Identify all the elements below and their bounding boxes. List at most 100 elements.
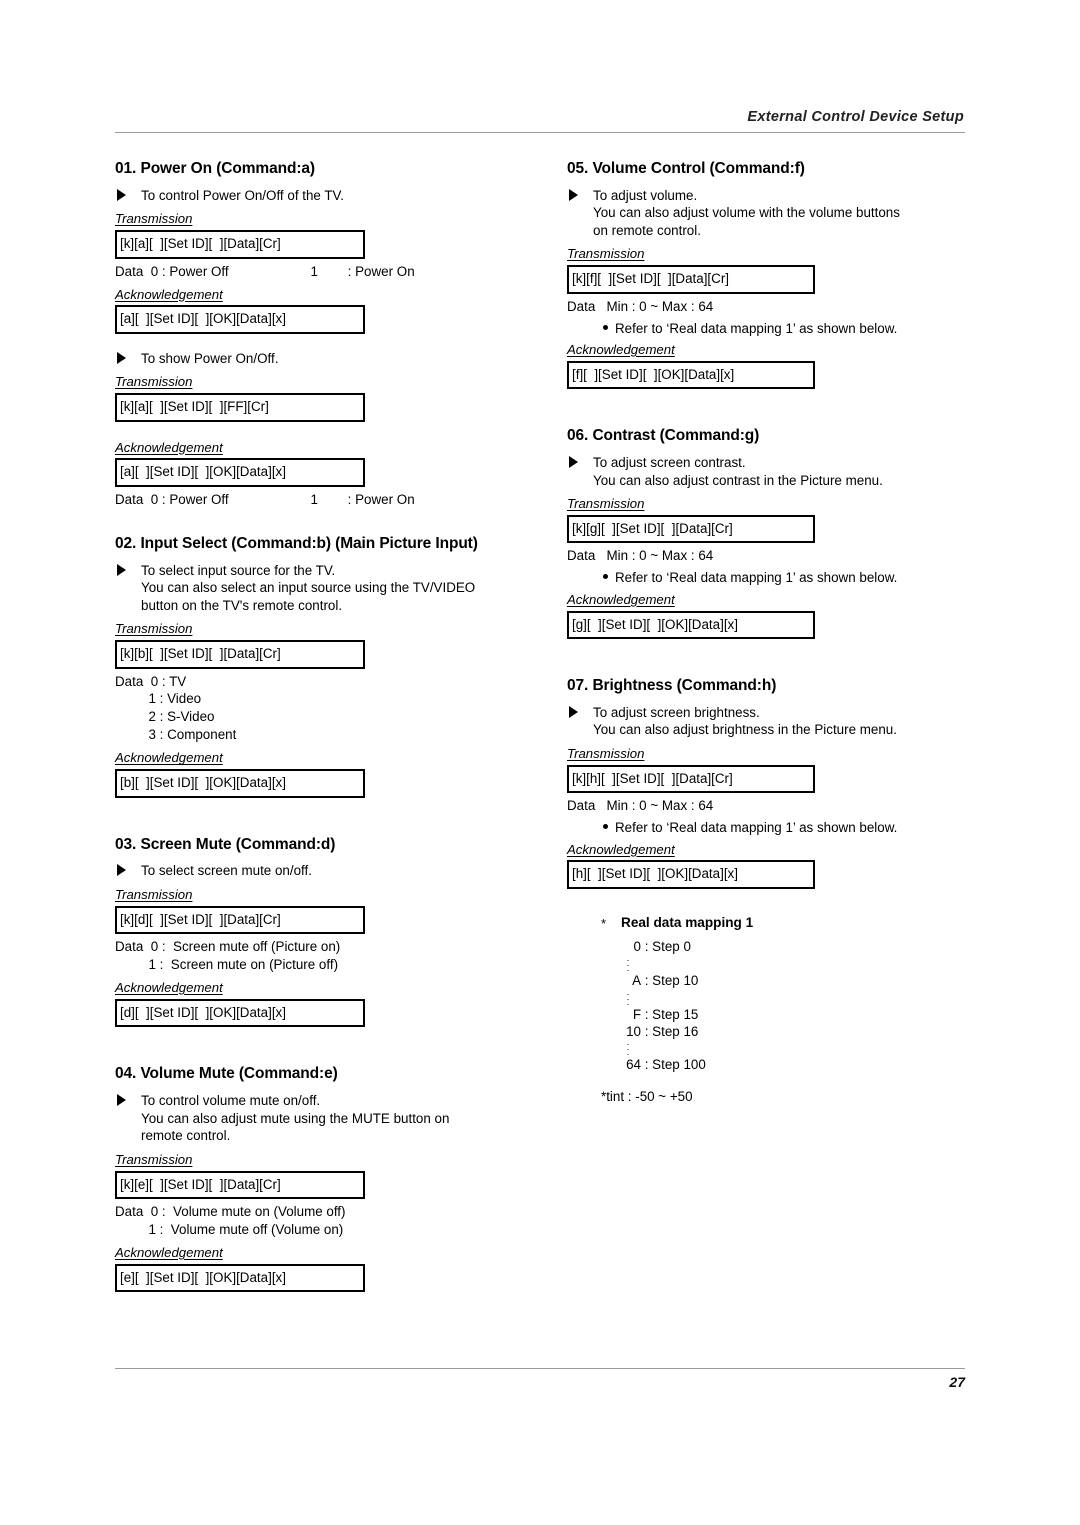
bullet-text: You can also adjust mute using the MUTE …	[141, 1110, 450, 1126]
acknowledgement-command-box: [h][ ][Set ID][ ][OK][Data][x]	[567, 860, 815, 889]
bullet-item: To adjust screen contrast. You can also …	[567, 454, 965, 489]
acknowledgement-command-box: [a][ ][Set ID][ ][OK][Data][x]	[115, 305, 365, 334]
mapping-row: F : Step 15	[615, 1007, 965, 1024]
bullet-item: To control Power On/Off of the TV.	[115, 187, 535, 205]
section-input-select: 02. Input Select (Command:b) (Main Pictu…	[115, 535, 535, 798]
data-values: Data 0 : Power Off 1 : Power On	[115, 491, 535, 509]
bullet-text: remote control.	[141, 1128, 231, 1144]
transmission-command-box: [k][a][ ][Set ID][ ][Data][Cr]	[115, 230, 365, 259]
real-data-mapping-block: * Real data mapping 1 0 : Step 0 ... A :…	[567, 915, 965, 1104]
reference-note-text: Refer to ‘Real data mapping 1’ as shown …	[615, 820, 898, 836]
asterisk-icon: *	[601, 915, 607, 931]
right-column: 05. Volume Control (Command:f) To adjust…	[567, 160, 965, 1104]
triangle-bullet-icon	[569, 188, 578, 201]
data-line: Data 0 : Power Off 1 : Power On	[115, 491, 415, 507]
bullet-item: To select screen mute on/off.	[115, 862, 535, 880]
section-volume-control: 05. Volume Control (Command:f) To adjust…	[567, 160, 965, 390]
dot-bullet-icon	[603, 824, 608, 830]
transmission-label: Transmission	[567, 496, 645, 512]
acknowledgement-label: Acknowledgement	[115, 1244, 223, 1260]
data-values: Data Min : 0 ~ Max : 64	[567, 547, 965, 565]
acknowledgement-command-box: [f][ ][Set ID][ ][OK][Data][x]	[567, 360, 815, 390]
bullet-item: To show Power On/Off.	[115, 350, 535, 368]
bullet-text: To adjust screen contrast.	[593, 455, 746, 471]
bullet-text: You can also adjust volume with the volu…	[593, 205, 900, 221]
reference-note: Refer to ‘Real data mapping 1’ as shown …	[567, 819, 965, 836]
vertical-ellipsis-icon: ...	[626, 989, 630, 1007]
page-header-title: External Control Device Setup	[747, 109, 964, 125]
mapping-value: : Step 16	[644, 1023, 699, 1039]
acknowledgement-label: Acknowledgement	[567, 591, 675, 607]
reference-note: Refer to ‘Real data mapping 1’ as shown …	[567, 320, 965, 337]
acknowledgement-command-box: [a][ ][Set ID][ ][OK][Data][x]	[115, 458, 365, 487]
section-title: 05. Volume Control (Command:f)	[567, 160, 805, 177]
transmission-label: Transmission	[115, 886, 193, 902]
data-line: Data 0 : Power Off 1 : Power On	[115, 263, 415, 279]
data-line: 2 : S-Video	[115, 709, 215, 725]
transmission-label: Transmission	[115, 211, 193, 227]
triangle-bullet-icon	[117, 188, 126, 201]
bullet-text: To select input source for the TV.	[141, 562, 336, 578]
bullet-text: To adjust screen brightness.	[593, 704, 760, 720]
transmission-command-box: [k][a][ ][Set ID][ ][FF][Cr]	[115, 393, 365, 422]
data-line: Data Min : 0 ~ Max : 64	[567, 548, 714, 564]
mapping-row: 0 : Step 0	[615, 939, 965, 956]
triangle-bullet-icon	[117, 1094, 126, 1107]
page-number: 27	[949, 1374, 965, 1390]
data-values: Data 0 : Power Off 1 : Power On	[115, 263, 535, 281]
data-line: 1 : Video	[115, 691, 202, 707]
acknowledgement-command-box: [e][ ][Set ID][ ][OK][Data][x]	[115, 1263, 365, 1293]
data-values: Data 0 : Volume mute on (Volume off) 1 :…	[115, 1203, 535, 1239]
section-volume-mute: 04. Volume Mute (Command:e) To control v…	[115, 1065, 535, 1293]
page-header: External Control Device Setup	[115, 108, 965, 126]
acknowledgement-label: Acknowledgement	[115, 439, 223, 455]
bullet-item: To adjust screen brightness. You can als…	[567, 704, 965, 739]
left-column: 01. Power On (Command:a) To control Powe…	[115, 160, 535, 1296]
dot-bullet-icon	[603, 574, 608, 580]
reference-note-text: Refer to ‘Real data mapping 1’ as shown …	[615, 320, 898, 336]
transmission-label: Transmission	[115, 621, 193, 637]
acknowledgement-label: Acknowledgement	[115, 980, 223, 996]
acknowledgement-label: Acknowledgement	[567, 841, 675, 857]
vertical-ellipsis-icon: ...	[626, 955, 630, 973]
triangle-bullet-icon	[569, 456, 578, 469]
header-rule	[115, 132, 965, 133]
mapping-value: : Step 0	[644, 938, 691, 954]
bullet-text: To adjust volume.	[593, 187, 698, 203]
data-line: Data 0 : Volume mute on (Volume off)	[115, 1204, 346, 1220]
mapping-key: A	[632, 972, 641, 988]
triangle-bullet-icon	[569, 705, 578, 718]
data-line: Data Min : 0 ~ Max : 64	[567, 298, 714, 314]
section-screen-mute: 03. Screen Mute (Command:d) To select sc…	[115, 836, 535, 1028]
section-title: 02. Input Select (Command:b) (Main Pictu…	[115, 534, 478, 552]
transmission-command-box: [k][b][ ][Set ID][ ][Data][Cr]	[115, 640, 365, 669]
bullet-text: To select screen mute on/off.	[141, 863, 312, 879]
transmission-label: Transmission	[115, 1151, 193, 1167]
section-power-on: 01. Power On (Command:a) To control Powe…	[115, 160, 535, 509]
data-line: Data 0 : TV	[115, 673, 187, 689]
vertical-ellipsis-icon: ...	[626, 1040, 630, 1058]
data-values: Data 0 : Screen mute off (Picture on) 1 …	[115, 938, 535, 974]
acknowledgement-command-box: [b][ ][Set ID][ ][OK][Data][x]	[115, 769, 365, 798]
section-title: 07. Brightness (Command:h)	[567, 677, 777, 695]
bullet-text: button on the TV's remote control.	[141, 597, 343, 613]
mapping-key: 64	[626, 1057, 641, 1073]
mapping-row: 64 : Step 100	[615, 1057, 965, 1074]
footer-rule	[115, 1368, 965, 1369]
bullet-text: To show Power On/Off.	[141, 350, 279, 366]
bullet-item: To select input source for the TV. You c…	[115, 562, 535, 615]
mapping-key: 10	[626, 1023, 641, 1039]
section-brightness: 07. Brightness (Command:h) To adjust scr…	[567, 677, 965, 889]
data-values: Data Min : 0 ~ Max : 64	[567, 797, 965, 815]
real-data-mapping-title: Real data mapping 1	[621, 914, 754, 930]
section-contrast: 06. Contrast (Command:g) To adjust scree…	[567, 427, 965, 640]
transmission-command-box: [k][d][ ][Set ID][ ][Data][Cr]	[115, 905, 365, 935]
data-line: Data Min : 0 ~ Max : 64	[567, 798, 714, 814]
triangle-bullet-icon	[117, 351, 126, 364]
mapping-rows: 0 : Step 0 ... A : Step 10 ... F : Step …	[601, 939, 965, 1074]
